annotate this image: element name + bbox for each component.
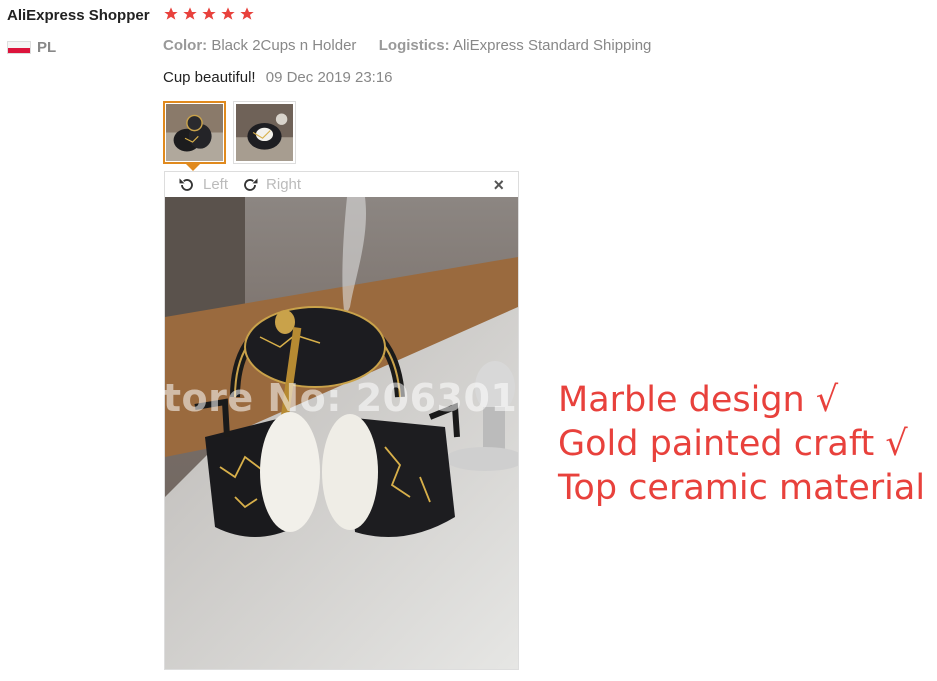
feature-item: Top ceramic material √ [558,468,937,508]
feature-list: Marble design √ Gold painted craft √ Top… [558,378,937,510]
country-code: PL [37,39,57,56]
rotate-left-icon [179,177,193,191]
star-icon [202,7,216,20]
rotate-left-button[interactable]: Left [177,175,228,195]
close-viewer-button[interactable]: × [493,176,504,194]
review-photo-thumbnails [163,101,296,164]
logistics-label: Logistics: [378,37,450,54]
order-attributes: Color: Black 2Cups n Holder Logistics: A… [163,37,651,54]
poland-flag-icon [7,41,31,54]
comment-text: Cup beautiful! [163,69,256,86]
rotate-right-button[interactable]: Right [240,175,301,195]
color-value: Black 2Cups n Holder [211,37,357,54]
store-watermark: Store No: 2063018 [135,376,545,420]
comment-date: 09 Dec 2019 23:16 [265,69,393,86]
photo-viewer: Left Right × [164,171,519,670]
photo-thumbnail-2[interactable] [233,101,296,164]
reviewer-country: PL [7,39,56,56]
feature-item: Gold painted craft √ [558,424,908,464]
rating-stars [163,6,255,22]
star-icon [221,7,235,20]
star-icon [164,7,178,20]
star-icon [240,7,254,20]
viewer-toolbar: Left Right × [165,172,518,197]
logistics-value: AliExpress Standard Shipping [452,37,652,54]
feature-item: Marble design √ [558,380,839,420]
review-photo-large [165,197,518,669]
star-icon [183,7,197,20]
review-comment: Cup beautiful! 09 Dec 2019 23:16 [163,69,393,86]
photo-thumbnail-1[interactable] [163,101,226,164]
rotate-right-label: Right [266,176,302,193]
active-thumbnail-pointer [186,164,200,171]
rotate-right-icon [244,177,258,191]
rotate-left-label: Left [203,176,229,193]
reviewer-name: AliExpress Shopper [7,7,150,24]
color-label: Color: [163,37,208,54]
